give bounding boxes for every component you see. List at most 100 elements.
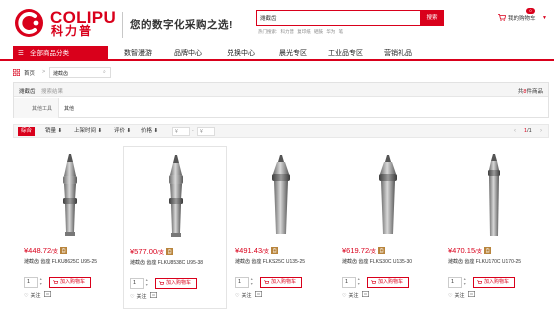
product-card[interactable]: ¥491.43/支自 潍截齿 齿座 FLKS25C U135-25 1 ▲ ▼ 加… [229, 146, 333, 309]
add-to-cart-button[interactable]: 加入购物车 [473, 277, 515, 288]
add-to-cart-button[interactable]: 加入购物车 [49, 277, 91, 288]
add-to-cart-button[interactable]: 加入购物车 [155, 278, 197, 289]
quantity-input[interactable]: 1 [342, 277, 356, 288]
quantity-input[interactable]: 1 [448, 277, 462, 288]
cart-label: 我的购物车 [508, 16, 536, 22]
quantity-stepper-icon[interactable]: ▲ ▼ [39, 277, 44, 288]
breadcrumb-home[interactable]: 首页 [24, 69, 35, 77]
add-to-cart-button[interactable]: 加入购物车 [260, 277, 302, 288]
product-title[interactable]: 潍截齿 齿座 FLKU8538C U95-38 [130, 259, 226, 266]
product-price: ¥491.43/支自 [235, 246, 279, 255]
compare-icon[interactable] [150, 292, 157, 298]
all-categories-label: 全部商品分类 [30, 50, 69, 57]
hot-search-word[interactable]: 科力普 [281, 29, 295, 34]
product-image[interactable] [40, 152, 100, 240]
product-title[interactable]: 潍截齿 齿座 FLKU170C U170-25 [448, 258, 544, 265]
cart-icon [53, 280, 58, 284]
main-nav: ☰ 全部商品分类 数智漫游 品牌中心 兑换中心 晨光专区 工业品专区 营销礼品 [0, 46, 554, 61]
cart-icon [371, 280, 376, 284]
product-title[interactable]: 潍截齿 齿座 FLKU8625C U95-25 [24, 258, 120, 265]
product-card[interactable]: ¥470.15/支自 潍截齿 齿座 FLKU170C U170-25 1 ▲ ▼ … [442, 146, 546, 309]
nav-item[interactable]: 工业品专区 [328, 46, 363, 61]
price-min-input[interactable]: ¥ [172, 127, 190, 136]
product-image[interactable] [358, 152, 418, 240]
search-input[interactable] [260, 12, 420, 24]
follow-label: 关注 [348, 293, 359, 299]
price-unit: /支 [51, 249, 59, 255]
heart-icon: ♡ [448, 293, 453, 299]
product-title[interactable]: 潍截齿 齿座 FLKS30C U135-30 [342, 258, 438, 265]
page-indicator: 1/1 [524, 127, 532, 136]
brand-name-cn: 科力普 [51, 24, 94, 38]
cart-icon [477, 280, 482, 284]
nav-item[interactable]: 兑换中心 [227, 46, 255, 61]
product-card[interactable]: ¥448.72/支自 潍截齿 齿座 FLKU8625C U95-25 1 ▲ ▼ … [18, 146, 122, 309]
quantity-input[interactable]: 1 [24, 277, 38, 288]
hot-search-word[interactable]: 华为 [326, 29, 335, 34]
hot-search-word[interactable]: 硒鼓 [314, 29, 323, 34]
search-button[interactable]: 搜索 [420, 10, 444, 26]
quantity-stepper-icon[interactable]: ▲ ▼ [463, 277, 468, 288]
header-divider [122, 12, 123, 38]
filter-keyword: 潍截齿 [19, 89, 36, 95]
filter-header: 潍截齿 搜索结果 共8件商品 [14, 83, 548, 97]
breadcrumb-keyword-box[interactable]: 潍截齿 [49, 67, 111, 78]
quantity-input[interactable]: 1 [235, 277, 249, 288]
compare-icon[interactable] [468, 291, 475, 297]
quantity-stepper-icon[interactable]: ▲ ▼ [357, 277, 362, 288]
compare-icon[interactable] [44, 291, 51, 297]
grid-icon [13, 69, 20, 76]
quantity-stepper-icon[interactable]: ▲ ▼ [145, 278, 150, 289]
site-header: COLIPU 科力普 您的数字化采购之选! 搜索 热门搜索: 科力普 复印纸 硒… [0, 0, 554, 46]
sort-sales[interactable]: 销量 ⬇ [42, 127, 65, 136]
product-image[interactable] [464, 152, 524, 240]
follow-button[interactable]: ♡ 关注 [235, 292, 252, 299]
compare-icon[interactable] [255, 291, 262, 297]
compare-icon[interactable] [362, 291, 369, 297]
price-max-input[interactable]: ¥ [197, 127, 215, 136]
nav-item[interactable]: 数智漫游 [124, 46, 152, 61]
sort-price[interactable]: 价格 ⬇ [138, 127, 161, 136]
filter-result-label: 搜索结果 [41, 89, 64, 95]
add-to-cart-button[interactable]: 加入购物车 [367, 277, 409, 288]
hot-search-words: 热门搜索: 科力普 复印纸 硒鼓 华为 笔 [258, 29, 345, 35]
nav-item[interactable]: 营销礼品 [384, 46, 412, 61]
sort-bar: 综合 销量 ⬇ 上架时间 ⬇ 评价 ⬇ 价格 ⬇ ¥ - ¥ ‹ 1/1 › [13, 124, 549, 138]
product-image[interactable] [146, 153, 206, 241]
self-operated-badge: 自 [60, 247, 68, 254]
nav-item[interactable]: 晨光专区 [279, 46, 307, 61]
hot-search-word[interactable]: 复印纸 [297, 29, 311, 34]
cart-count-badge: 0 [526, 8, 535, 14]
sort-new[interactable]: 上架时间 ⬇ [71, 127, 105, 136]
filter-row: 其他工具 其他 [14, 98, 548, 118]
all-categories-button[interactable]: ☰ 全部商品分类 [13, 46, 108, 61]
chevron-right-icon[interactable]: › [540, 127, 542, 136]
follow-button[interactable]: ♡ 关注 [448, 292, 465, 299]
price-unit: /支 [157, 250, 165, 256]
product-card[interactable]: ¥577.00/支自 潍截齿 齿座 FLKU8538C U95-38 1 ▲ ▼ … [123, 146, 227, 309]
sort-rating[interactable]: 评价 ⬇ [111, 127, 134, 136]
cart-icon [159, 281, 164, 285]
price-value: ¥448.72 [24, 246, 52, 255]
brand-logo[interactable]: COLIPU 科力普 [14, 8, 124, 38]
price-unit: /支 [369, 249, 377, 255]
product-price: ¥470.15/支自 [448, 246, 492, 255]
cart-icon [264, 280, 269, 284]
my-cart-button[interactable]: 我的购物车 0 ▼ [498, 8, 548, 24]
quantity-stepper-icon[interactable]: ▲ ▼ [250, 277, 255, 288]
product-card[interactable]: ¥619.72/支自 潍截齿 齿座 FLKS30C U135-30 1 ▲ ▼ 加… [336, 146, 440, 309]
product-title[interactable]: 潍截齿 齿座 FLKS25C U135-25 [235, 258, 331, 265]
hot-search-word[interactable]: 笔 [339, 29, 344, 34]
product-image[interactable] [251, 152, 311, 240]
sort-default[interactable]: 综合 [18, 127, 36, 136]
filter-label: 其他工具 [32, 106, 53, 112]
nav-item[interactable]: 品牌中心 [174, 46, 202, 61]
hot-search-label: 热门搜索: [258, 29, 278, 34]
quantity-input[interactable]: 1 [130, 278, 144, 289]
follow-button[interactable]: ♡ 关注 [24, 292, 41, 299]
filter-option[interactable]: 其他 [64, 105, 74, 112]
follow-label: 关注 [454, 293, 465, 299]
follow-button[interactable]: ♡ 关注 [342, 292, 359, 299]
chevron-left-icon[interactable]: ‹ [514, 127, 516, 136]
follow-button[interactable]: ♡ 关注 [130, 293, 147, 300]
